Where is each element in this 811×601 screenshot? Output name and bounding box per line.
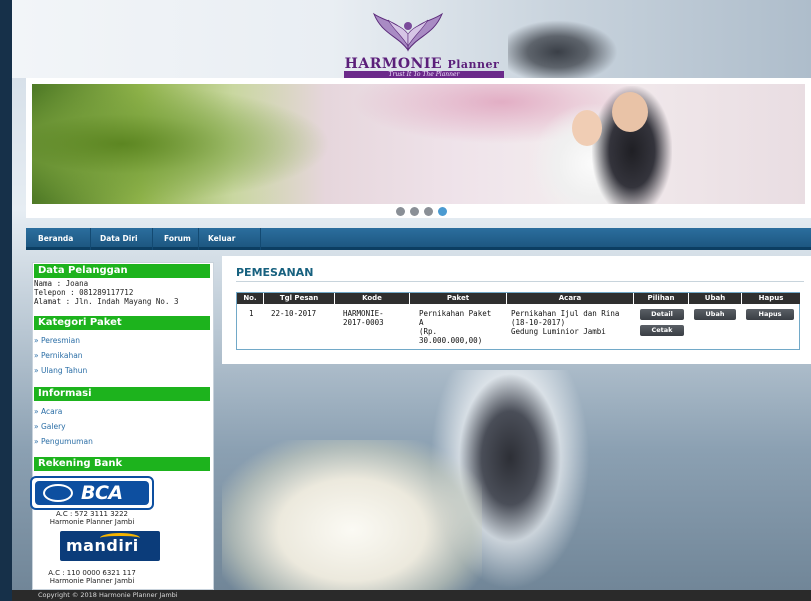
slider-bride-face bbox=[572, 110, 602, 146]
page-edge bbox=[0, 0, 12, 601]
slider-image[interactable] bbox=[32, 84, 805, 204]
slider-pagination bbox=[396, 207, 447, 216]
column-header-kode: Kode bbox=[335, 293, 409, 304]
column-header-ubah: Ubah bbox=[689, 293, 741, 304]
orders-table: No. Tgl Pesan Kode Paket Acara Pilihan U… bbox=[236, 292, 800, 350]
cell-paket-line1: Pernikahan Paket bbox=[419, 309, 492, 318]
page-title: PEMESANAN bbox=[236, 266, 314, 279]
bca-account-holder: Harmonie Planner Jambi bbox=[49, 518, 135, 526]
slider-dot-4[interactable] bbox=[438, 207, 447, 216]
column-header-hapus: Hapus bbox=[742, 293, 800, 304]
bca-logo-panel: BCA bbox=[35, 481, 149, 505]
hapus-button[interactable]: Hapus bbox=[746, 309, 794, 320]
mandiri-logo-text: mandiri bbox=[66, 536, 139, 555]
header-photo-couple bbox=[508, 20, 618, 78]
nav-divider bbox=[152, 228, 153, 250]
bca-logo: BCA bbox=[30, 476, 154, 510]
brand-name: HARMONIE bbox=[344, 56, 443, 72]
column-header-tgl: Tgl Pesan bbox=[264, 293, 334, 304]
bca-logo-text: BCA bbox=[81, 482, 123, 504]
nav-data-diri[interactable]: Data Diri bbox=[100, 228, 138, 250]
customer-address: Alamat : Jln. Indah Mayang No. 3 bbox=[34, 297, 179, 306]
nav-divider bbox=[260, 228, 261, 250]
column-header-paket: Paket bbox=[410, 293, 506, 304]
cell-acara-line1: Pernikahan Ijul dan Rina bbox=[511, 309, 620, 318]
cell-acara-line3: Gedung Luminior Jambi bbox=[511, 327, 606, 336]
sidebar-link-galery[interactable]: Galery bbox=[34, 422, 66, 431]
column-header-acara: Acara bbox=[507, 293, 633, 304]
sidebar-heading-customer: Data Pelanggan bbox=[34, 264, 210, 278]
cell-paket-line4: 30.000.000,00) bbox=[419, 336, 483, 345]
cell-acara-line2: (18-10-2017) bbox=[511, 318, 566, 327]
nav-keluar[interactable]: Keluar bbox=[208, 228, 235, 250]
customer-phone: Telepon : 081289117712 bbox=[34, 288, 134, 297]
nav-forum[interactable]: Forum bbox=[164, 228, 191, 250]
logo-text[interactable]: HARMONIE Planner bbox=[336, 56, 508, 72]
detail-button[interactable]: Detail bbox=[640, 309, 684, 320]
nav-beranda[interactable]: Beranda bbox=[38, 228, 73, 250]
sidebar-link-acara[interactable]: Acara bbox=[34, 407, 62, 416]
cetak-button[interactable]: Cetak bbox=[640, 325, 684, 336]
sidebar-link-pengumuman[interactable]: Pengumuman bbox=[34, 437, 93, 446]
slider-foliage bbox=[32, 84, 332, 204]
cell-kode-line1: HARMONIE- bbox=[343, 309, 384, 318]
footer: Copyright © 2018 Harmonie Planner Jambi bbox=[12, 590, 811, 601]
slider-dot-1[interactable] bbox=[396, 207, 405, 216]
nav-divider bbox=[198, 228, 199, 250]
cell-paket-line3: (Rp. bbox=[419, 327, 438, 336]
cell-kode-line2: 2017-0003 bbox=[343, 318, 384, 327]
column-header-pilihan: Pilihan bbox=[634, 293, 688, 304]
brand-suffix: Planner bbox=[447, 58, 500, 71]
cell-tgl: 22-10-2017 bbox=[271, 309, 317, 318]
cell-no: 1 bbox=[249, 309, 254, 318]
footer-copyright: Copyright © 2018 Harmonie Planner Jambi bbox=[38, 591, 178, 599]
main-nav: Beranda Data Diri Forum Keluar bbox=[26, 228, 811, 250]
column-header-no: No. bbox=[237, 293, 263, 304]
sidebar-heading-bank: Rekening Bank bbox=[34, 457, 210, 471]
bca-emblem-icon bbox=[43, 484, 73, 502]
title-divider bbox=[236, 281, 804, 282]
sidebar-link-ulang-tahun[interactable]: Ulang Tahun bbox=[34, 366, 87, 375]
mandiri-logo: mandiri bbox=[60, 531, 160, 561]
slider-groom-face bbox=[612, 92, 648, 132]
nav-divider bbox=[90, 228, 91, 250]
customer-name: Nama : Joana bbox=[34, 279, 89, 288]
slider-dot-2[interactable] bbox=[410, 207, 419, 216]
sidebar-heading-info: Informasi bbox=[34, 387, 210, 401]
sidebar-link-peresmian[interactable]: Peresmian bbox=[34, 336, 80, 345]
background-bouquet bbox=[222, 440, 482, 590]
logo-wings-icon bbox=[372, 12, 444, 52]
ubah-button[interactable]: Ubah bbox=[694, 309, 736, 320]
mandiri-account-holder: Harmonie Planner Jambi bbox=[49, 577, 135, 585]
main-content: PEMESANAN No. Tgl Pesan Kode Paket Acara… bbox=[222, 256, 811, 364]
sidebar-link-pernikahan[interactable]: Pernikahan bbox=[34, 351, 83, 360]
sidebar-heading-packages: Kategori Paket bbox=[34, 316, 210, 330]
cell-paket-line2: A bbox=[419, 318, 424, 327]
slider-dot-3[interactable] bbox=[424, 207, 433, 216]
